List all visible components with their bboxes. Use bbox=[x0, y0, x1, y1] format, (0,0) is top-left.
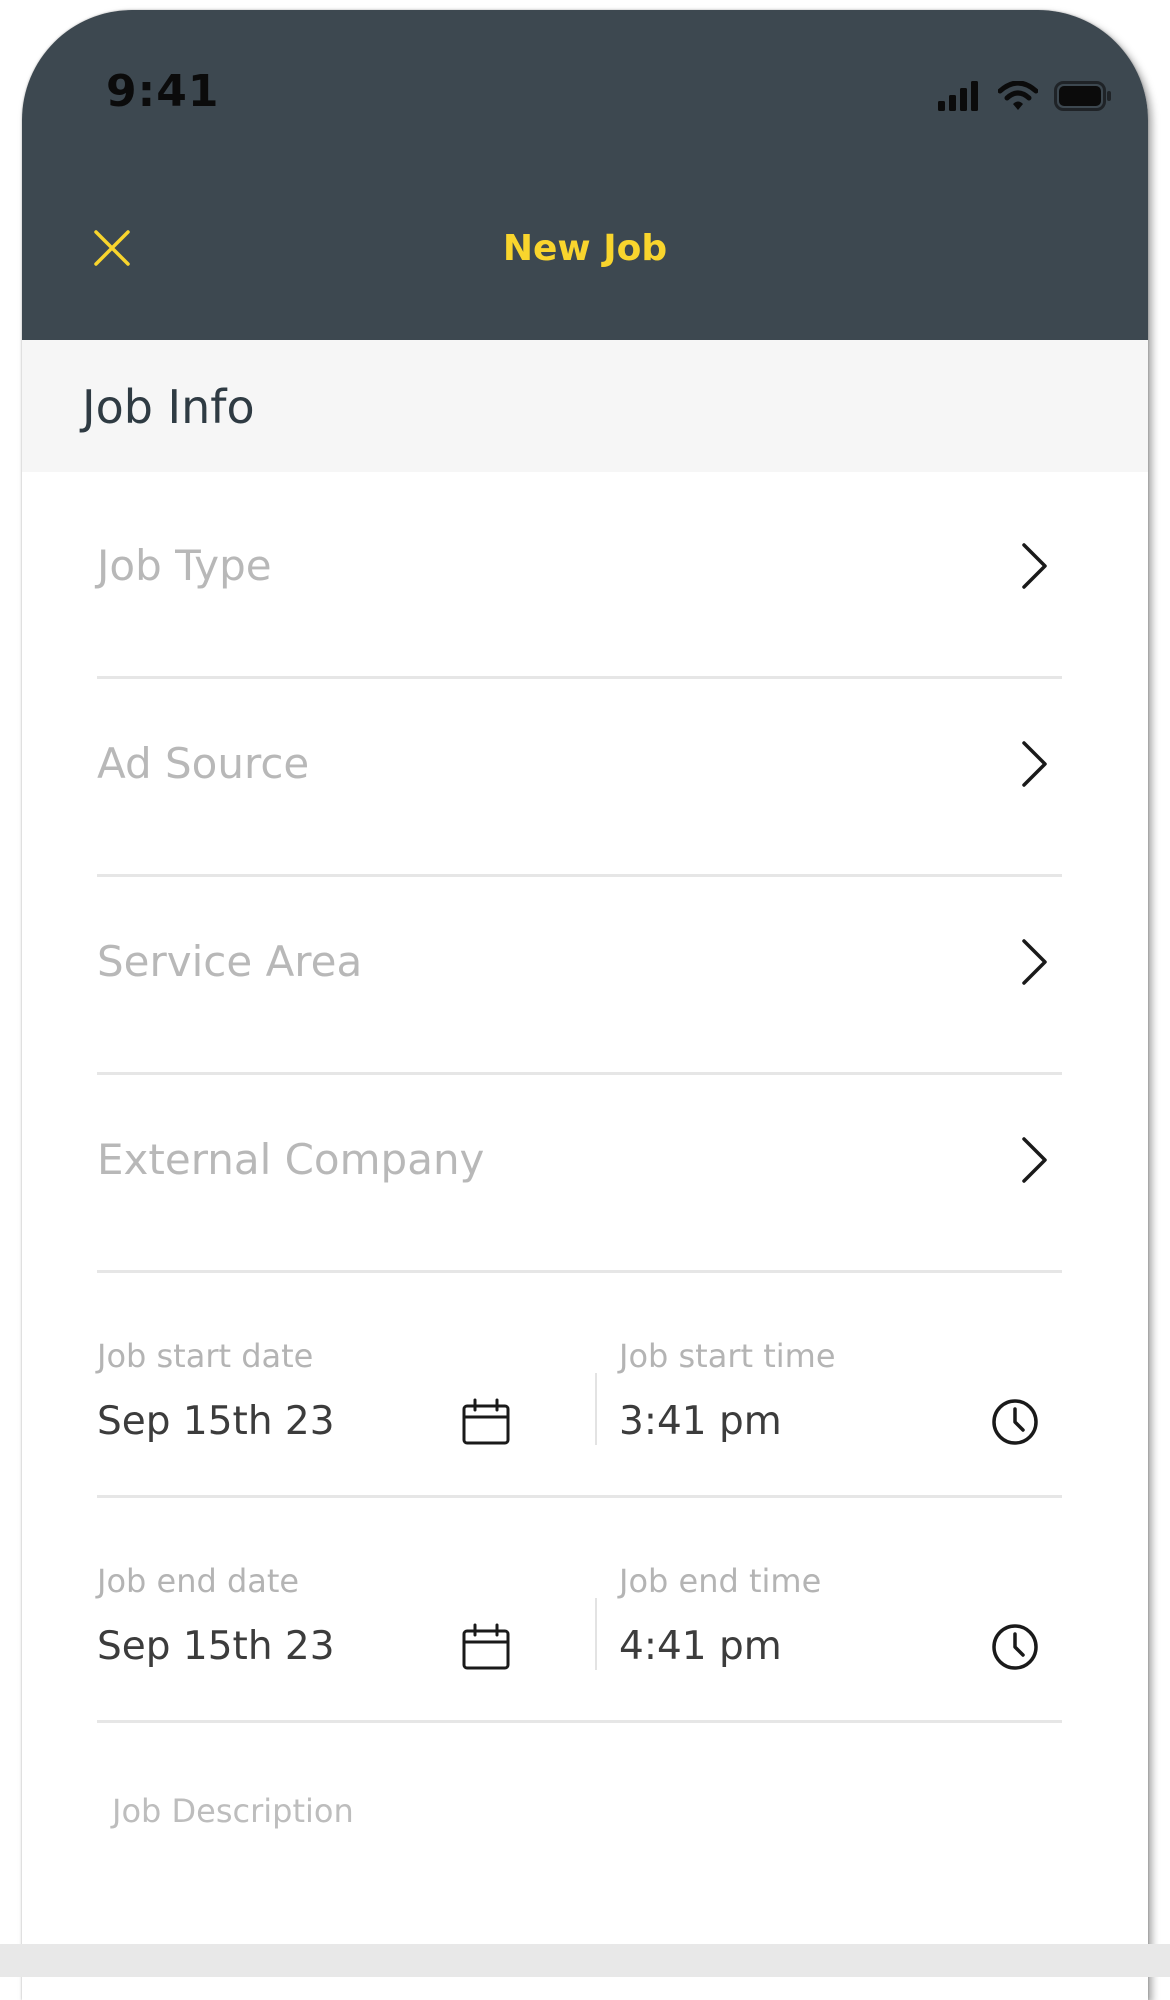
page-title: New Job bbox=[502, 228, 668, 269]
section-header: Job Info bbox=[22, 340, 1148, 472]
wifi-icon bbox=[998, 81, 1038, 110]
job-type-field[interactable]: Job Type bbox=[97, 481, 1062, 679]
bottom-strip bbox=[0, 1944, 1170, 1977]
start-date-field[interactable]: Job start date Sep 15th 23 bbox=[97, 1273, 567, 1495]
start-date-label: Job start date bbox=[97, 1337, 314, 1375]
status-time: 9:41 bbox=[106, 66, 220, 117]
start-datetime-row: Job start date Sep 15th 23 Job start tim… bbox=[97, 1273, 1062, 1498]
external-company-placeholder: External Company bbox=[97, 1135, 485, 1184]
job-description-input[interactable]: Job Description bbox=[112, 1792, 354, 1830]
service-area-placeholder: Service Area bbox=[97, 937, 363, 986]
clock-icon bbox=[992, 1399, 1038, 1445]
service-area-field[interactable]: Service Area bbox=[97, 877, 1062, 1075]
end-time-value: 4:41 pm bbox=[619, 1624, 782, 1669]
start-date-value: Sep 15th 23 bbox=[97, 1399, 335, 1444]
column-divider bbox=[595, 1598, 597, 1670]
end-datetime-row: Job end date Sep 15th 23 Job end time 4:… bbox=[97, 1498, 1062, 1723]
app-header: 9:41 New Job bbox=[22, 10, 1148, 340]
ad-source-placeholder: Ad Source bbox=[97, 739, 310, 788]
job-type-placeholder: Job Type bbox=[97, 541, 272, 590]
status-icons bbox=[938, 76, 1112, 116]
start-time-field[interactable]: Job start time 3:41 pm bbox=[619, 1273, 1062, 1495]
phone-frame: 9:41 New Job Job Info Job Type Ad Source… bbox=[22, 10, 1148, 2000]
end-date-label: Job end date bbox=[97, 1562, 300, 1600]
chevron-right-icon bbox=[1022, 543, 1047, 589]
end-time-field[interactable]: Job end time 4:41 pm bbox=[619, 1498, 1062, 1720]
end-date-value: Sep 15th 23 bbox=[97, 1624, 335, 1669]
battery-icon bbox=[1054, 81, 1111, 111]
signal-icon bbox=[938, 81, 978, 111]
chevron-right-icon bbox=[1022, 1137, 1047, 1183]
column-divider bbox=[595, 1373, 597, 1445]
end-date-field[interactable]: Job end date Sep 15th 23 bbox=[97, 1498, 567, 1720]
ad-source-field[interactable]: Ad Source bbox=[97, 679, 1062, 877]
start-time-value: 3:41 pm bbox=[619, 1399, 782, 1444]
calendar-icon bbox=[462, 1398, 510, 1445]
section-title: Job Info bbox=[82, 380, 255, 434]
end-time-label: Job end time bbox=[619, 1562, 822, 1600]
external-company-field[interactable]: External Company bbox=[97, 1075, 1062, 1273]
start-time-label: Job start time bbox=[619, 1337, 836, 1375]
calendar-icon bbox=[462, 1623, 510, 1670]
clock-icon bbox=[992, 1624, 1038, 1670]
chevron-right-icon bbox=[1022, 939, 1047, 985]
chevron-right-icon bbox=[1022, 741, 1047, 787]
